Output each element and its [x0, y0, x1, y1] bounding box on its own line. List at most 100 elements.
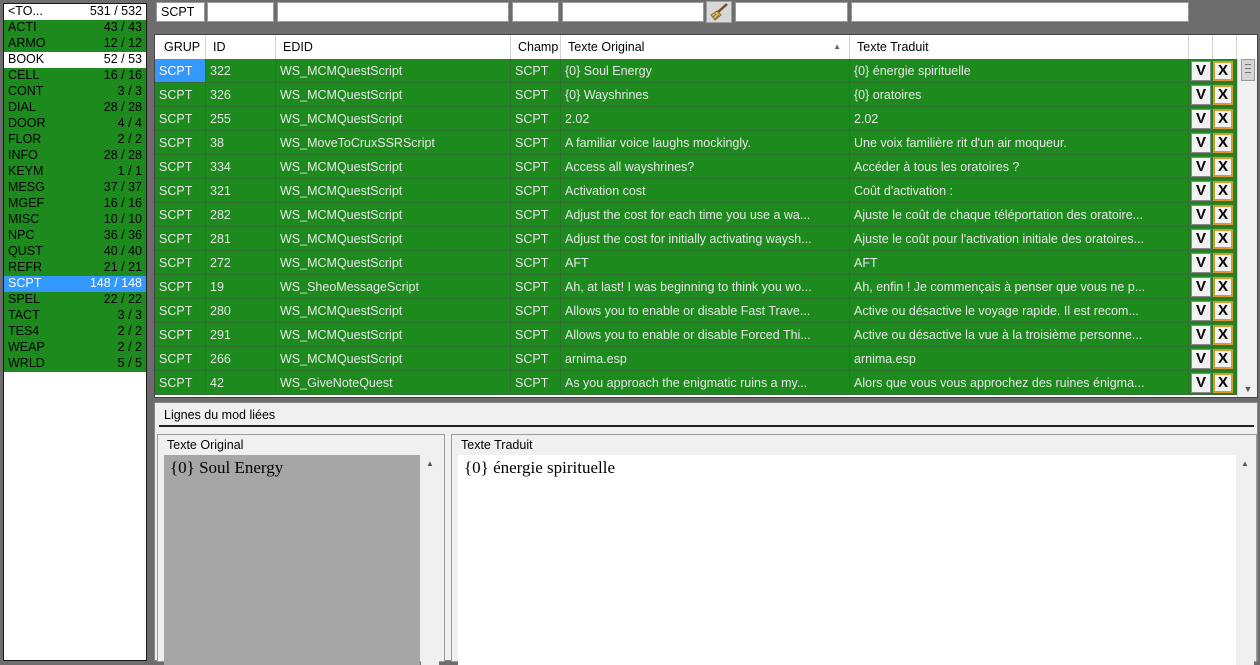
cell-texte-original[interactable]: {0} Soul Energy — [561, 59, 850, 83]
cell-texte-traduit[interactable]: Ajuste le coût pour l'activation initial… — [850, 227, 1189, 251]
cell-edid[interactable]: WS_MCMQuestScript — [276, 203, 511, 227]
table-row[interactable]: SCPT 280 WS_MCMQuestScript SCPT Allows you t… — [155, 299, 1237, 323]
cell-champ[interactable]: SCPT — [511, 275, 561, 299]
cell-texte-original[interactable]: Access all wayshrines? — [561, 155, 850, 179]
category-item[interactable]: NPC 36 / 36 — [4, 228, 146, 244]
cell-grup[interactable]: SCPT — [155, 107, 206, 131]
grid-vertical-scrollbar[interactable]: ▼ — [1237, 59, 1257, 397]
filter-traduit-extra-input[interactable] — [735, 2, 848, 22]
cell-texte-traduit[interactable]: {0} énergie spirituelle — [850, 59, 1189, 83]
validate-button[interactable]: V — [1191, 133, 1211, 153]
scroll-up-icon[interactable]: ▲ — [421, 459, 439, 468]
cell-id[interactable]: 19 — [206, 275, 276, 299]
cell-texte-traduit[interactable]: Active ou désactive la vue à la troisièm… — [850, 323, 1189, 347]
reject-button[interactable]: X — [1213, 373, 1233, 393]
table-row[interactable]: SCPT 272 WS_MCMQuestScript SCPT AFT AFT V X — [155, 251, 1237, 275]
cell-id[interactable]: 282 — [206, 203, 276, 227]
cell-id[interactable]: 38 — [206, 131, 276, 155]
category-item[interactable]: INFO 28 / 28 — [4, 148, 146, 164]
reject-button[interactable]: X — [1213, 157, 1233, 177]
cell-grup[interactable]: SCPT — [155, 179, 206, 203]
cell-edid[interactable]: WS_GiveNoteQuest — [276, 371, 511, 395]
header-id[interactable]: ID — [206, 35, 276, 59]
cell-grup[interactable]: SCPT — [155, 299, 206, 323]
validate-button[interactable]: V — [1191, 349, 1211, 369]
cell-edid[interactable]: WS_SheoMessageScript — [276, 275, 511, 299]
table-row[interactable]: SCPT 322 WS_MCMQuestScript SCPT {0} Soul Ene… — [155, 59, 1237, 83]
validate-button[interactable]: V — [1191, 181, 1211, 201]
category-item[interactable]: DIAL 28 / 28 — [4, 100, 146, 116]
category-item[interactable]: BOOK 52 / 53 — [4, 52, 146, 68]
validate-button[interactable]: V — [1191, 325, 1211, 345]
cell-champ[interactable]: SCPT — [511, 299, 561, 323]
cell-grup[interactable]: SCPT — [155, 83, 206, 107]
table-row[interactable]: SCPT 266 WS_MCMQuestScript SCPT arnima.esp ar… — [155, 347, 1237, 371]
table-row[interactable]: SCPT 291 WS_MCMQuestScript SCPT Allows you t… — [155, 323, 1237, 347]
cell-texte-traduit[interactable]: Ah, enfin ! Je commençais à penser que v… — [850, 275, 1189, 299]
cell-texte-original[interactable]: {0} Wayshrines — [561, 83, 850, 107]
table-row[interactable]: SCPT 326 WS_MCMQuestScript SCPT {0} Wayshrin… — [155, 83, 1237, 107]
cell-grup[interactable]: SCPT — [155, 203, 206, 227]
cell-texte-original[interactable]: Adjust the cost for initially activating… — [561, 227, 850, 251]
cell-grup[interactable]: SCPT — [155, 131, 206, 155]
cell-texte-traduit[interactable]: {0} oratoires — [850, 83, 1189, 107]
cell-texte-traduit[interactable]: 2.02 — [850, 107, 1189, 131]
validate-button[interactable]: V — [1191, 253, 1211, 273]
cell-edid[interactable]: WS_MCMQuestScript — [276, 179, 511, 203]
translated-text-scrollbar[interactable]: ▲ — [1236, 455, 1254, 665]
cell-texte-traduit[interactable]: Coût d'activation : — [850, 179, 1189, 203]
category-item[interactable]: WRLD 5 / 5 — [4, 356, 146, 372]
broom-icon[interactable] — [706, 1, 732, 23]
category-item[interactable]: DOOR 4 / 4 — [4, 116, 146, 132]
validate-button[interactable]: V — [1191, 157, 1211, 177]
category-item[interactable]: MGEF 16 / 16 — [4, 196, 146, 212]
cell-texte-traduit[interactable]: Ajuste le coût de chaque téléportation d… — [850, 203, 1189, 227]
cell-edid[interactable]: WS_MCMQuestScript — [276, 227, 511, 251]
reject-button[interactable]: X — [1213, 181, 1233, 201]
category-item[interactable]: REFR 21 / 21 — [4, 260, 146, 276]
table-row[interactable]: SCPT 334 WS_MCMQuestScript SCPT Access all w… — [155, 155, 1237, 179]
category-item[interactable]: TES4 2 / 2 — [4, 324, 146, 340]
category-list[interactable]: <TO... 531 / 532 ACTI 43 / 43 ARMO 12 / 12 BOO… — [3, 3, 147, 661]
filter-original-input[interactable] — [562, 2, 704, 22]
scroll-down-icon[interactable]: ▼ — [1238, 381, 1257, 397]
filter-traduit-input[interactable] — [851, 2, 1189, 22]
reject-button[interactable]: X — [1213, 349, 1233, 369]
category-item[interactable]: TACT 3 / 3 — [4, 308, 146, 324]
cell-grup[interactable]: SCPT — [155, 227, 206, 251]
filter-group-input[interactable]: SCPT — [156, 2, 205, 22]
cell-champ[interactable]: SCPT — [511, 131, 561, 155]
original-text-scrollbar[interactable]: ▲ — [421, 455, 439, 665]
cell-id[interactable]: 322 — [206, 59, 276, 83]
table-row[interactable]: SCPT 19 WS_SheoMessageScript SCPT Ah, at las… — [155, 275, 1237, 299]
category-item[interactable]: SCPT 148 / 148 — [4, 276, 146, 292]
cell-texte-traduit[interactable]: arnima.esp — [850, 347, 1189, 371]
cell-champ[interactable]: SCPT — [511, 371, 561, 395]
translated-text-area[interactable]: {0} énergie spirituelle — [458, 455, 1236, 665]
cell-texte-original[interactable]: As you approach the enigmatic ruins a my… — [561, 371, 850, 395]
cell-texte-traduit[interactable]: Accéder à tous les oratoires ? — [850, 155, 1189, 179]
category-item[interactable]: KEYM 1 / 1 — [4, 164, 146, 180]
cell-champ[interactable]: SCPT — [511, 203, 561, 227]
reject-button[interactable]: X — [1213, 301, 1233, 321]
cell-edid[interactable]: WS_MCMQuestScript — [276, 59, 511, 83]
cell-texte-original[interactable]: arnima.esp — [561, 347, 850, 371]
cell-id[interactable]: 291 — [206, 323, 276, 347]
cell-texte-original[interactable]: Adjust the cost for each time you use a … — [561, 203, 850, 227]
cell-edid[interactable]: WS_MCMQuestScript — [276, 83, 511, 107]
cell-champ[interactable]: SCPT — [511, 347, 561, 371]
validate-button[interactable]: V — [1191, 229, 1211, 249]
cell-id[interactable]: 266 — [206, 347, 276, 371]
cell-edid[interactable]: WS_MCMQuestScript — [276, 347, 511, 371]
category-item[interactable]: CELL 16 / 16 — [4, 68, 146, 84]
scroll-up-icon[interactable]: ▲ — [1236, 459, 1254, 468]
cell-grup[interactable]: SCPT — [155, 371, 206, 395]
header-champ[interactable]: Champ — [511, 35, 561, 59]
validate-button[interactable]: V — [1191, 109, 1211, 129]
header-edid[interactable]: EDID — [276, 35, 511, 59]
cell-champ[interactable]: SCPT — [511, 251, 561, 275]
cell-champ[interactable]: SCPT — [511, 227, 561, 251]
cell-champ[interactable]: SCPT — [511, 59, 561, 83]
category-item[interactable]: WEAP 2 / 2 — [4, 340, 146, 356]
category-item[interactable]: MISC 10 / 10 — [4, 212, 146, 228]
